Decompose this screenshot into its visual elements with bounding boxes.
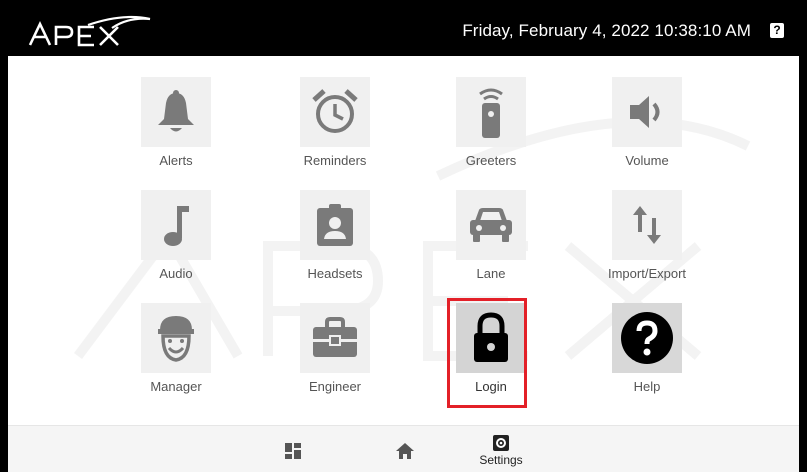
app-screen: Friday, February 4, 2022 10:38:10 AM ? A… [8,7,799,472]
settings-button[interactable]: Settings [468,426,534,472]
headsets-tile[interactable] [300,190,370,260]
settings-icon [493,435,509,451]
manager-icon [158,316,194,362]
reminders-tile[interactable] [300,77,370,147]
home-button[interactable] [390,426,420,472]
menu-item-label: Login [475,379,507,394]
menu-item-label: Volume [625,153,669,168]
menu-item-volume[interactable]: Volume [592,77,702,187]
menu-item-label: Headsets [307,266,363,281]
help-circle-icon [621,312,673,364]
menu-item-label: Import/Export [607,266,687,281]
menu-item-label: Reminders [303,153,367,168]
engineer-tile[interactable] [300,303,370,373]
toolbox-icon [313,317,357,357]
menu-item-reminders[interactable]: Reminders [280,77,390,187]
lock-icon [474,312,508,362]
alarm-clock-icon [312,89,358,133]
greeters-tile[interactable] [456,77,526,147]
import-export-icon [633,206,661,244]
menu-item-engineer[interactable]: Engineer [280,303,390,413]
dashboard-button[interactable] [278,426,308,472]
menu-item-lane[interactable]: Lane [436,190,546,300]
import-export-tile[interactable] [612,190,682,260]
menu-item-label: Audio [159,266,193,281]
menu-item-import-export[interactable]: Import/Export [592,190,702,300]
menu-item-label: Help [633,379,661,394]
bell-icon [158,90,194,132]
menu-item-label: Engineer [308,379,362,394]
menu-item-label: Manager [150,379,202,394]
menu-item-alerts[interactable]: Alerts [121,77,231,187]
menu-item-manager[interactable]: Manager [121,303,231,413]
bottom-nav-bar: Settings [8,425,799,472]
menu-item-help[interactable]: Help [592,303,702,413]
lane-tile[interactable] [456,190,526,260]
remote-icon [479,88,503,138]
menu-item-label: Alerts [159,153,193,168]
menu-item-headsets[interactable]: Headsets [280,190,390,300]
dashboard-icon [285,443,301,459]
music-note-icon [164,206,189,246]
volume-tile[interactable] [612,77,682,147]
menu-item-login[interactable]: Login [436,303,546,413]
alerts-tile[interactable] [141,77,211,147]
car-icon [470,208,512,242]
settings-label: Settings [479,453,523,467]
help-tile[interactable] [612,303,682,373]
menu-item-audio[interactable]: Audio [121,190,231,300]
home-icon [396,443,414,459]
manager-tile[interactable] [141,303,211,373]
settings-menu-grid: Alerts Reminders Greeters Volume Audio H… [8,7,799,472]
audio-tile[interactable] [141,190,211,260]
menu-item-greeters[interactable]: Greeters [436,77,546,187]
badge-icon [317,204,353,246]
speaker-icon [630,96,660,128]
login-tile[interactable] [456,303,526,373]
menu-item-label: Lane [476,266,506,281]
menu-item-label: Greeters [465,153,517,168]
